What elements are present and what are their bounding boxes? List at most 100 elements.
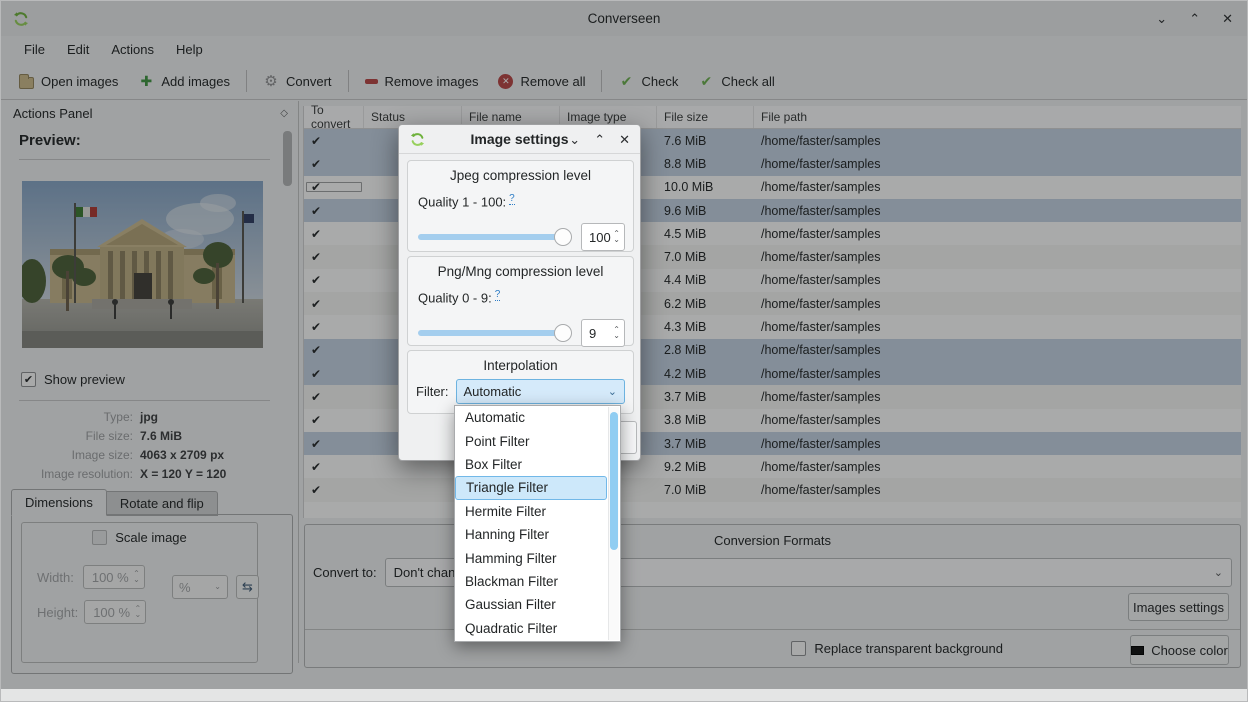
toolbar-button-remove-all[interactable]: Remove all xyxy=(488,68,595,95)
row-checkmark-icon[interactable]: ✔ xyxy=(304,460,364,474)
height-label: Height: xyxy=(37,605,78,620)
row-checkmark-icon[interactable]: ✔ xyxy=(304,367,364,381)
images-settings-button[interactable]: Images settings xyxy=(1128,593,1229,621)
cell-file-size: 4.2 MiB xyxy=(657,367,754,381)
toolbar-button-remove-images[interactable]: Remove images xyxy=(355,68,489,95)
reset-size-button[interactable]: ⇆ xyxy=(236,575,259,599)
row-checkmark-icon[interactable]: ✔ xyxy=(304,180,364,194)
toolbar-button-label: Remove images xyxy=(385,74,479,89)
cell-file-path: /home/faster/samples xyxy=(754,460,1241,474)
spin-arrows-icon[interactable]: ⌃⌄ xyxy=(613,327,620,339)
menu-item-help[interactable]: Help xyxy=(165,38,214,61)
conversion-formats-title: Conversion Formats xyxy=(305,533,1240,548)
column-header-file-size[interactable]: File size xyxy=(657,106,754,128)
toolbar-button-add-images[interactable]: Add images xyxy=(128,67,240,95)
filter-option-hermite-filter[interactable]: Hermite Filter xyxy=(455,500,607,523)
help-link[interactable]: ? xyxy=(495,289,501,301)
minimize-icon[interactable]: ⌄ xyxy=(1156,12,1167,25)
row-checkmark-icon[interactable]: ✔ xyxy=(304,297,364,311)
cell-file-size: 10.0 MiB xyxy=(657,180,754,194)
filter-option-hamming-filter[interactable]: Hamming Filter xyxy=(455,546,607,569)
cell-file-path: /home/faster/samples xyxy=(754,273,1241,287)
menu-item-file[interactable]: File xyxy=(13,38,56,61)
filter-option-hanning-filter[interactable]: Hanning Filter xyxy=(455,523,607,546)
spin-arrows-icon[interactable]: ⌃⌄ xyxy=(613,231,620,243)
filter-option-box-filter[interactable]: Box Filter xyxy=(455,453,607,476)
show-preview-checkbox[interactable]: ✔ xyxy=(21,372,36,387)
filter-select[interactable]: Automatic ⌄ xyxy=(456,379,626,404)
chevron-down-icon: ⌄ xyxy=(214,584,221,590)
row-checkmark-icon[interactable]: ✔ xyxy=(304,204,364,218)
jpeg-quality-slider[interactable] xyxy=(418,234,564,240)
toolbar: Open images Add images Convert Remove image… xyxy=(1,63,1247,100)
info-row: Type:jpg xyxy=(3,407,283,426)
table-row[interactable]: ✔7.0 MiB/home/faster/samples xyxy=(304,478,1241,501)
row-checkmark-icon[interactable]: ✔ xyxy=(304,320,364,334)
maximize-icon[interactable]: ⌃ xyxy=(1189,12,1200,25)
row-checkmark-icon[interactable]: ✔ xyxy=(304,227,364,241)
replace-background-checkbox[interactable] xyxy=(791,641,806,656)
png-slider-handle[interactable] xyxy=(554,324,572,342)
jpeg-slider-handle[interactable] xyxy=(554,228,572,246)
spin-arrows-icon[interactable]: ⌃⌄ xyxy=(133,571,140,583)
row-checkmark-icon[interactable]: ✔ xyxy=(304,413,364,427)
info-row: Image resolution:X = 120 Y = 120 xyxy=(3,464,283,483)
toolbar-button-label: Open images xyxy=(41,74,118,89)
width-label: Width: xyxy=(37,570,74,585)
tab-rotate-and-flip[interactable]: Rotate and flip xyxy=(107,491,218,516)
row-checkmark-icon[interactable]: ✔ xyxy=(304,157,364,171)
color-swatch-icon xyxy=(1131,646,1144,655)
row-checkmark-icon[interactable]: ✔ xyxy=(304,390,364,404)
toolbar-button-label: Convert xyxy=(286,74,332,89)
dock-float-icon[interactable]: ◇ xyxy=(280,108,288,119)
menu-item-edit[interactable]: Edit xyxy=(56,38,100,61)
check-all-icon xyxy=(698,73,714,89)
filter-option-quadratic-filter[interactable]: Quadratic Filter xyxy=(455,617,607,640)
choose-color-button[interactable]: Choose color xyxy=(1130,635,1229,665)
tab-dimensions[interactable]: Dimensions xyxy=(11,489,107,516)
jpeg-quality-spinbox[interactable]: 100 ⌃⌄ xyxy=(581,223,625,251)
info-label: Image size: xyxy=(3,448,133,462)
spin-arrows-icon[interactable]: ⌃⌄ xyxy=(135,606,142,618)
swap-arrows-icon: ⇆ xyxy=(242,579,253,595)
filter-option-triangle-filter[interactable]: Triangle Filter xyxy=(455,476,607,499)
png-quality-spinbox[interactable]: 9 ⌃⌄ xyxy=(581,319,625,347)
toolbar-button-check-all[interactable]: Check all xyxy=(688,67,784,95)
dock-scrollbar-thumb[interactable] xyxy=(283,131,292,186)
status-bar xyxy=(1,689,1247,701)
close-icon[interactable]: ✕ xyxy=(1222,12,1233,25)
toolbar-button-convert[interactable]: Convert xyxy=(253,67,342,95)
dock-scrollbar[interactable] xyxy=(283,129,292,659)
cell-file-size: 4.4 MiB xyxy=(657,273,754,287)
cell-file-size: 7.0 MiB xyxy=(657,483,754,497)
cell-file-path: /home/faster/samples xyxy=(754,390,1241,404)
filter-option-gaussian-filter[interactable]: Gaussian Filter xyxy=(455,593,607,616)
help-link[interactable]: ? xyxy=(509,193,515,205)
column-header-file-path[interactable]: File path xyxy=(754,106,1241,128)
unit-select[interactable]: % ⌄ xyxy=(172,575,228,599)
filter-option-automatic[interactable]: Automatic xyxy=(455,406,607,429)
row-checkmark-icon[interactable]: ✔ xyxy=(304,437,364,451)
scale-image-checkbox[interactable] xyxy=(92,530,107,545)
row-checkmark-icon[interactable]: ✔ xyxy=(304,273,364,287)
row-checkmark-icon[interactable]: ✔ xyxy=(304,483,364,497)
row-checkmark-icon[interactable]: ✔ xyxy=(304,343,364,357)
toolbar-button-open-images[interactable]: Open images xyxy=(9,68,128,95)
png-quality-slider[interactable] xyxy=(418,330,564,336)
show-preview-row[interactable]: ✔ Show preview xyxy=(21,372,125,387)
width-spinbox[interactable]: 100 % ⌃⌄ xyxy=(83,565,145,589)
dialog-maximize-icon[interactable]: ⌃ xyxy=(594,133,605,146)
popup-scrollbar[interactable] xyxy=(608,407,619,640)
toolbar-button-check[interactable]: Check xyxy=(608,67,688,95)
row-checkmark-icon[interactable]: ✔ xyxy=(304,134,364,148)
row-checkmark-icon[interactable]: ✔ xyxy=(304,250,364,264)
divider xyxy=(305,629,1240,630)
menu-item-actions[interactable]: Actions xyxy=(100,38,165,61)
filter-option-blackman-filter[interactable]: Blackman Filter xyxy=(455,570,607,593)
popup-scrollbar-thumb[interactable] xyxy=(610,412,618,550)
dialog-close-icon[interactable]: ✕ xyxy=(619,133,630,146)
column-header-to-convert[interactable]: To convert xyxy=(304,106,364,128)
filter-option-point-filter[interactable]: Point Filter xyxy=(455,429,607,452)
dialog-minimize-icon[interactable]: ⌄ xyxy=(569,133,580,146)
height-spinbox[interactable]: 100 % ⌃⌄ xyxy=(84,600,146,624)
